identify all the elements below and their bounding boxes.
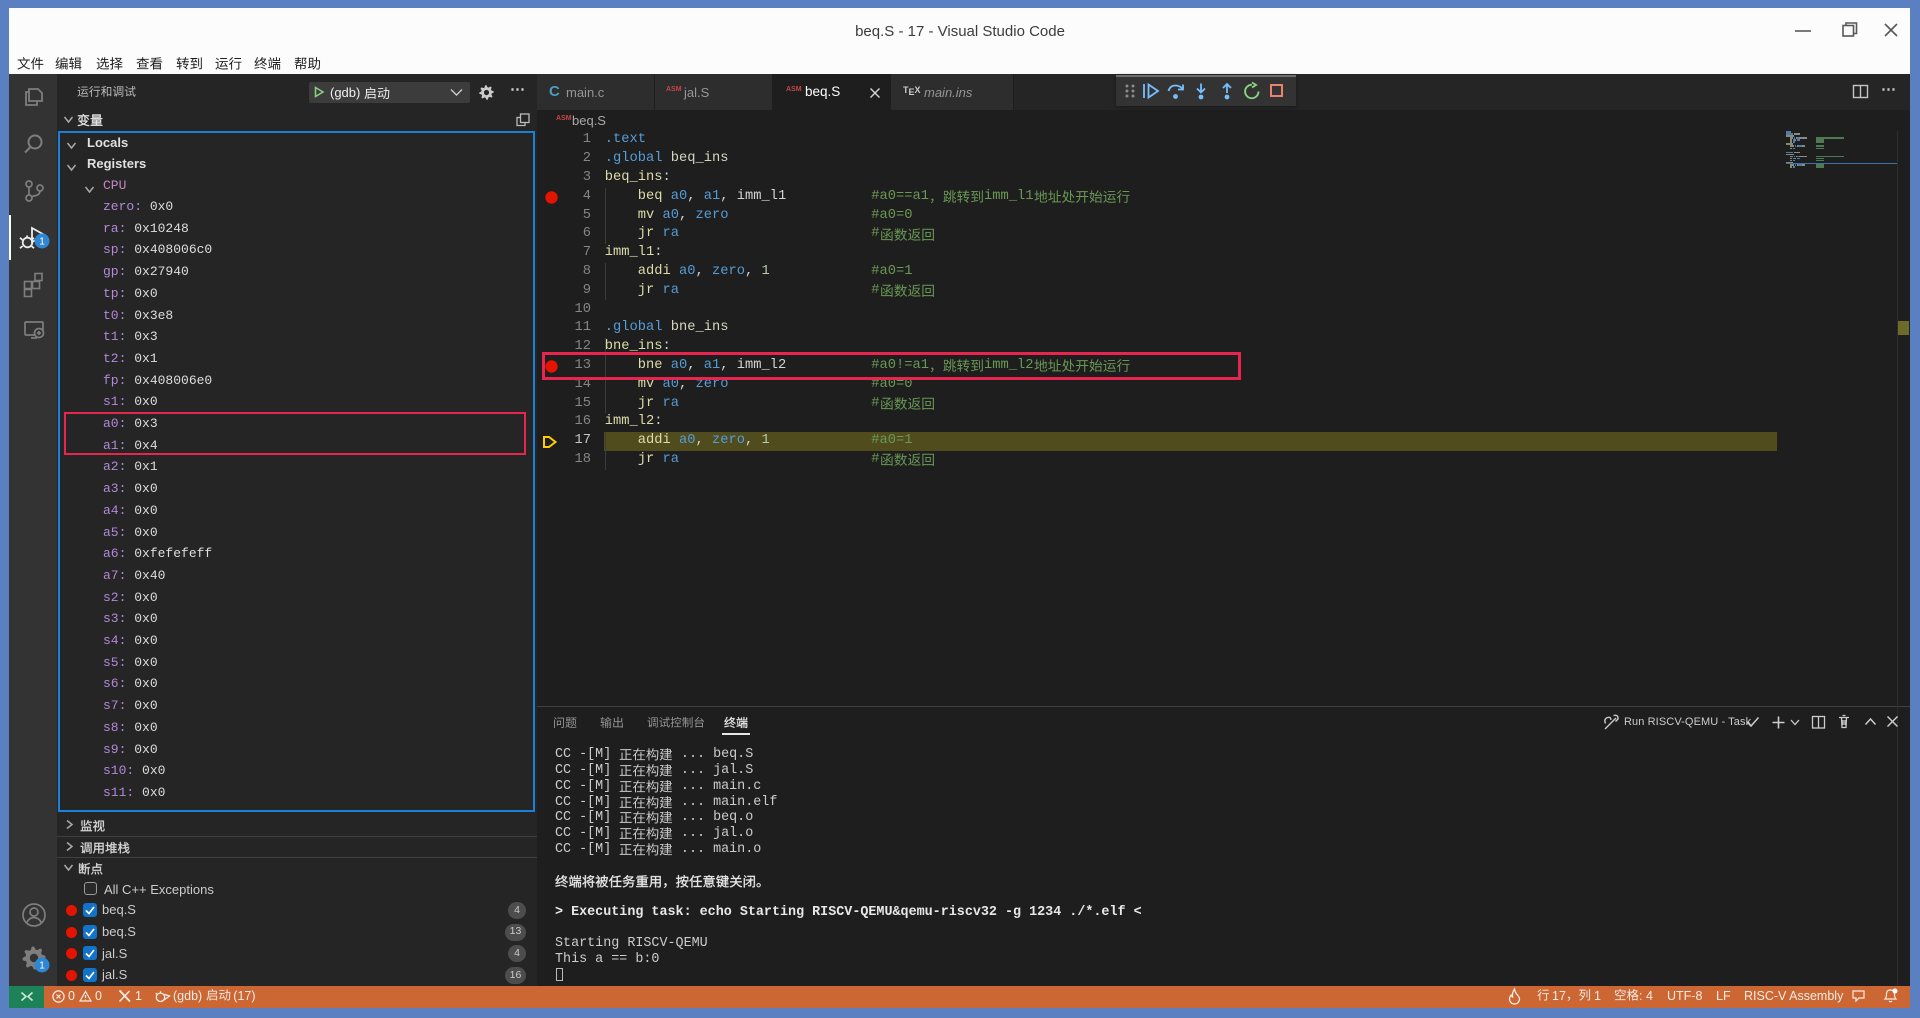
svg-text:1: 1 xyxy=(39,237,45,248)
svg-text:1: 1 xyxy=(39,961,45,972)
